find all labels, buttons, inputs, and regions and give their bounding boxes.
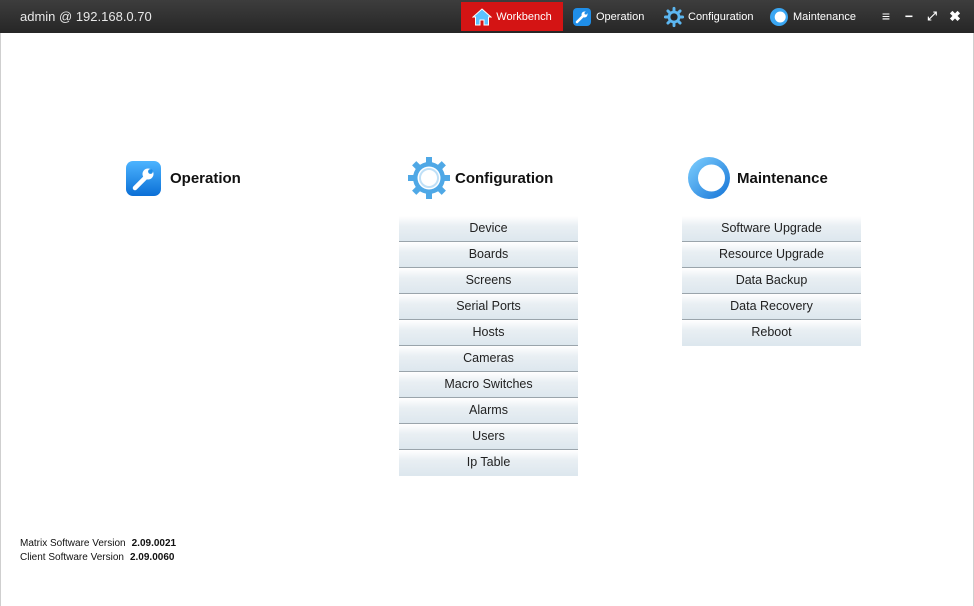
maintenance-menu: Software Upgrade Resource Upgrade Data Bac…	[682, 216, 861, 346]
menu-item-alarms[interactable]: Alarms	[399, 398, 578, 424]
client-version-label: Client Software Version	[20, 552, 124, 563]
title-bar: admin @ 192.168.0.70 Workbench Operation	[0, 0, 974, 33]
menu-item-cameras[interactable]: Cameras	[399, 346, 578, 372]
ring-icon	[686, 155, 732, 201]
configuration-title: Configuration	[455, 169, 554, 187]
tab-configuration-label: Configuration	[688, 10, 754, 23]
wrench-icon	[126, 161, 161, 196]
tab-maintenance-label: Maintenance	[793, 10, 856, 23]
tab-configuration[interactable]: Configuration	[664, 2, 753, 31]
home-icon	[472, 7, 493, 27]
maintenance-section[interactable]: Maintenance	[686, 155, 828, 201]
workbench-panel: Operation Configuration Device Boards Scre…	[0, 33, 974, 606]
client-version-value: 2.09.0060	[129, 552, 175, 563]
session-label: admin @ 192.168.0.70	[20, 9, 152, 24]
menu-item-boards[interactable]: Boards	[399, 242, 578, 268]
tab-workbench[interactable]: Workbench	[461, 2, 563, 31]
minimize-icon[interactable]: −	[900, 5, 918, 27]
maintenance-title: Maintenance	[737, 169, 828, 187]
menu-item-users[interactable]: Users	[399, 424, 578, 450]
configuration-menu: Device Boards Screens Serial Ports Hosts Came…	[399, 216, 578, 476]
menu-item-macro-switches[interactable]: Macro Switches	[399, 372, 578, 398]
operation-section[interactable]: Operation	[126, 161, 241, 196]
menu-item-data-recovery[interactable]: Data Recovery	[682, 294, 861, 320]
menu-item-resource-upgrade[interactable]: Resource Upgrade	[682, 242, 861, 268]
tab-workbench-label: Workbench	[496, 10, 552, 23]
menu-item-ip-table[interactable]: Ip Table	[399, 450, 578, 476]
matrix-version-label: Matrix Software Version	[20, 538, 126, 549]
menu-item-data-backup[interactable]: Data Backup	[682, 268, 861, 294]
menu-item-reboot[interactable]: Reboot	[682, 320, 861, 346]
ring-icon	[769, 7, 789, 27]
matrix-version-value: 2.09.0021	[131, 538, 177, 549]
gear-icon	[406, 155, 452, 201]
menu-item-screens[interactable]: Screens	[399, 268, 578, 294]
tab-maintenance[interactable]: Maintenance	[769, 2, 856, 31]
tab-operation[interactable]: Operation	[572, 2, 644, 31]
menu-item-device[interactable]: Device	[399, 216, 578, 242]
configuration-section[interactable]: Configuration	[406, 155, 553, 201]
wrench-icon	[572, 7, 592, 27]
tab-operation-label: Operation	[596, 10, 645, 23]
matrix-version-line: Matrix Software Version 2.09.0021	[20, 538, 176, 549]
menu-item-software-upgrade[interactable]: Software Upgrade	[682, 216, 861, 242]
menu-icon[interactable]: ≡	[877, 5, 895, 27]
menu-item-hosts[interactable]: Hosts	[399, 320, 578, 346]
menu-item-serial-ports[interactable]: Serial Ports	[399, 294, 578, 320]
client-version-line: Client Software Version 2.09.0060	[20, 552, 174, 563]
gear-icon	[664, 6, 684, 27]
close-icon[interactable]: ✖	[946, 5, 964, 27]
maximize-icon[interactable]: ⤢	[923, 5, 941, 27]
operation-title: Operation	[170, 170, 241, 187]
